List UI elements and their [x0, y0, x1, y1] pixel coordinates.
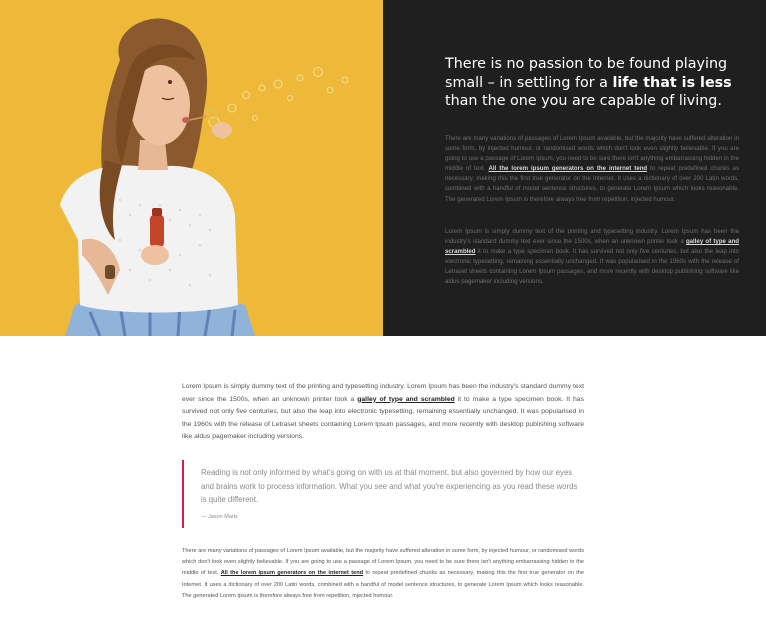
article-paragraph-2: There are many variations of passages of… — [182, 548, 584, 599]
pull-quote-citation: — Jason Maris — [201, 514, 238, 520]
pull-quote-text: Reading is not only informed by what's g… — [201, 468, 578, 505]
hero-photo — [0, 0, 383, 336]
woman-blowing-bubbles-photo — [0, 0, 383, 336]
hero-paragraph-1: There are many variations of passages of… — [445, 135, 739, 203]
hero-paragraph-2: Lorem Ipsum is simply dummy text of the … — [445, 228, 739, 286]
lorem-generators-link[interactable]: All the lorem ipsum generators on the in… — [489, 165, 648, 172]
hero-quote: There is no passion to be found playing … — [445, 56, 732, 109]
article-galley-link[interactable]: galley of type and scrambled — [357, 396, 455, 403]
quote-panel: There is no passion to be found playing … — [383, 0, 766, 336]
hero-section: There is no passion to be found playing … — [0, 0, 766, 336]
article-paragraph-1: Lorem Ipsum is simply dummy text of the … — [182, 383, 584, 441]
pull-quote: Reading is not only informed by what's g… — [182, 460, 582, 528]
article-generators-link[interactable]: All the lorem ipsum generators on the in… — [221, 570, 363, 576]
